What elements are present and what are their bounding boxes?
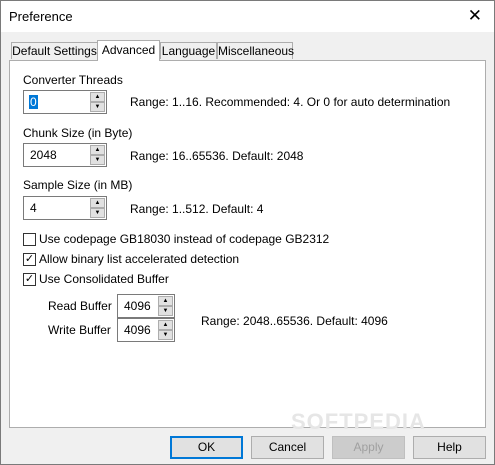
chunk-size-spinner[interactable]: 2048 ▲ ▼ [23, 143, 107, 167]
ok-button[interactable]: OK [170, 436, 243, 459]
consolidated-buffer-checkbox-label[interactable]: Use Consolidated Buffer [39, 272, 169, 286]
apply-button[interactable]: Apply [332, 436, 405, 459]
chunk-size-label: Chunk Size (in Byte) [23, 126, 133, 140]
softpedia-watermark: SOFTPEDIA [291, 409, 426, 434]
window-title: Preference [9, 9, 73, 24]
spin-up-icon[interactable]: ▲ [90, 145, 105, 155]
write-buffer-value[interactable]: 4096 [124, 323, 151, 337]
spin-down-icon[interactable]: ▼ [90, 208, 105, 218]
title-bar: Preference ✕ [1, 1, 494, 32]
sample-size-spinner[interactable]: 4 ▲ ▼ [23, 196, 107, 220]
help-button[interactable]: Help [413, 436, 486, 459]
gb18030-checkbox-label[interactable]: Use codepage GB18030 instead of codepage… [39, 232, 329, 246]
converter-threads-spinner[interactable]: 0 ▲ ▼ [23, 90, 107, 114]
write-buffer-spinner[interactable]: 4096 ▲ ▼ [117, 318, 175, 342]
spin-up-icon[interactable]: ▲ [158, 296, 173, 306]
spin-down-icon[interactable]: ▼ [158, 306, 173, 316]
spin-up-icon[interactable]: ▲ [90, 92, 105, 102]
converter-threads-hint: Range: 1..16. Recommended: 4. Or 0 for a… [130, 95, 451, 109]
preference-dialog: Preference ✕ Default Settings Advanced L… [0, 0, 495, 465]
spin-down-icon[interactable]: ▼ [90, 102, 105, 112]
consolidated-buffer-checkbox[interactable]: ✓ [23, 273, 36, 286]
gb18030-checkbox[interactable] [23, 233, 36, 246]
converter-threads-label: Converter Threads [23, 73, 123, 87]
chunk-size-value[interactable]: 2048 [30, 148, 57, 162]
buffer-hint: Range: 2048..65536. Default: 4096 [201, 314, 388, 328]
tab-advanced[interactable]: Advanced [97, 40, 160, 61]
spin-down-icon[interactable]: ▼ [90, 155, 105, 165]
read-buffer-label: Read Buffer [48, 299, 112, 313]
converter-threads-value[interactable]: 0 [29, 95, 38, 109]
read-buffer-spinner[interactable]: 4096 ▲ ▼ [117, 294, 175, 318]
close-icon[interactable]: ✕ [468, 6, 482, 26]
sample-size-hint: Range: 1..512. Default: 4 [130, 202, 264, 216]
sample-size-value[interactable]: 4 [30, 201, 37, 215]
spin-up-icon[interactable]: ▲ [158, 320, 173, 330]
advanced-panel: Converter Threads 0 ▲ ▼ Range: 1..16. Re… [9, 60, 486, 428]
spin-down-icon[interactable]: ▼ [158, 330, 173, 340]
sample-size-label: Sample Size (in MB) [23, 178, 133, 192]
read-buffer-value[interactable]: 4096 [124, 299, 151, 313]
tab-miscellaneous[interactable]: Miscellaneous [217, 42, 294, 59]
spin-up-icon[interactable]: ▲ [90, 198, 105, 208]
chunk-size-hint: Range: 16..65536. Default: 2048 [130, 149, 304, 163]
tab-default-settings[interactable]: Default Settings [11, 42, 98, 59]
binary-list-checkbox[interactable]: ✓ [23, 253, 36, 266]
cancel-button[interactable]: Cancel [251, 436, 324, 459]
write-buffer-label: Write Buffer [48, 323, 111, 337]
tab-language[interactable]: Language [160, 42, 217, 59]
binary-list-checkbox-label[interactable]: Allow binary list accelerated detection [39, 252, 239, 266]
